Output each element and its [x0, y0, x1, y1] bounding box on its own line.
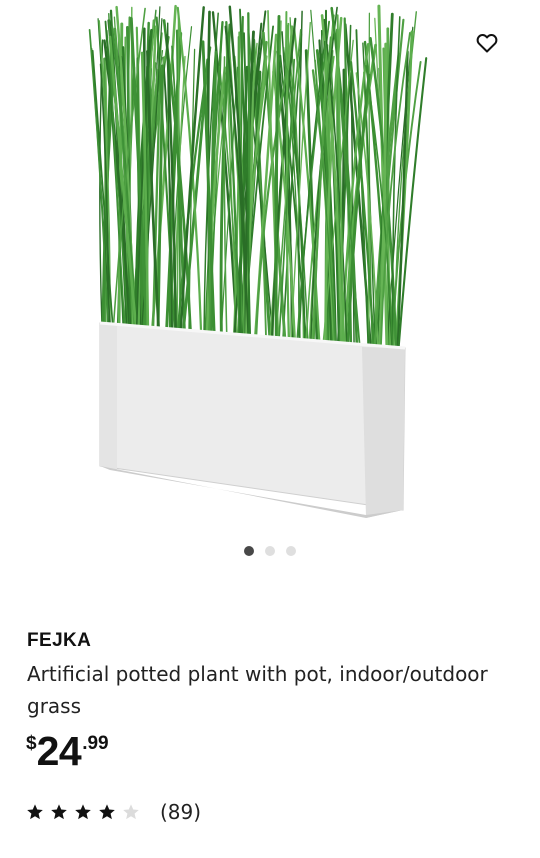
gallery-dot-3[interactable] [286, 546, 296, 556]
star-filled-icon [51, 804, 67, 820]
planter-box [99, 321, 406, 518]
gallery-dot-2[interactable] [265, 546, 275, 556]
favorite-button[interactable] [472, 28, 502, 58]
product-image-gallery[interactable] [0, 0, 540, 530]
star-empty-icon [123, 804, 139, 820]
product-description: Artificial potted plant with pot, indoor… [27, 662, 488, 718]
product-rating[interactable]: (89) [26, 800, 201, 824]
price-integer: 24 [36, 728, 82, 774]
star-filled-icon [75, 804, 91, 820]
gallery-dot-1[interactable] [244, 546, 254, 556]
product-name: FEJKA [27, 630, 92, 651]
grass-blades [88, 4, 428, 353]
product-image [88, 4, 428, 518]
gallery-pagination [0, 546, 540, 556]
rating-stars[interactable] [26, 803, 140, 821]
star-filled-icon [27, 804, 43, 820]
product-price: $ 24 .99 [26, 728, 109, 774]
price-currency: $ [26, 733, 37, 754]
heart-icon [476, 34, 498, 53]
price-decimals: .99 [82, 733, 109, 754]
star-filled-icon [99, 804, 115, 820]
review-count[interactable]: (89) [160, 800, 201, 824]
